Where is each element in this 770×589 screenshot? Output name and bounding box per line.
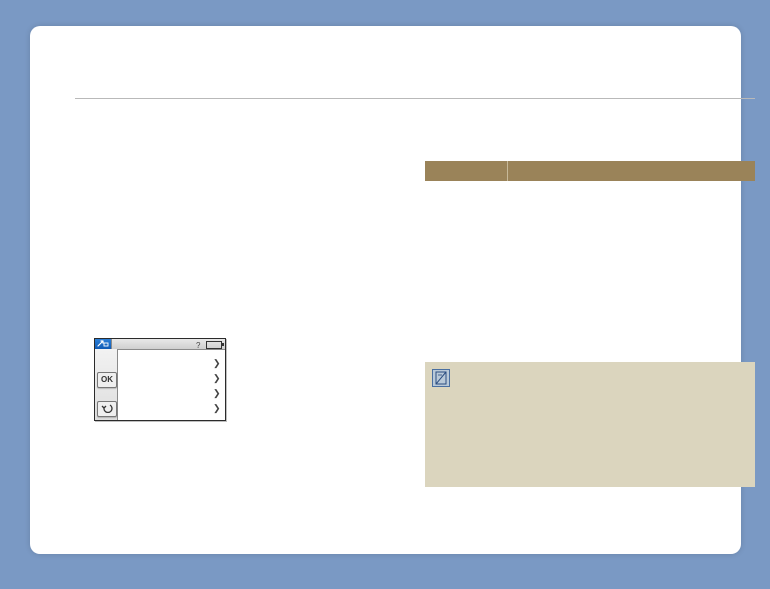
note-box	[425, 362, 755, 487]
camera-menu-sidebar: OK	[95, 349, 118, 420]
menu-item[interactable]: ❯	[117, 371, 225, 386]
camera-menu-illustration: ? OK ❯ ❯ ❯	[94, 338, 226, 421]
camera-menu-list: ❯ ❯ ❯ ❯	[117, 349, 225, 420]
menu-item[interactable]: ❯	[117, 401, 225, 416]
chevron-right-icon: ❯	[213, 389, 219, 398]
playback-menu-icon	[95, 339, 112, 349]
battery-icon	[206, 341, 222, 349]
back-button[interactable]	[97, 401, 117, 417]
chevron-right-icon: ❯	[213, 359, 219, 368]
table-header-divider	[507, 161, 508, 181]
document-page: ? OK ❯ ❯ ❯	[30, 26, 741, 554]
table-header-option	[425, 161, 513, 181]
note-icon	[432, 369, 450, 387]
horizontal-rule	[75, 98, 755, 99]
table-header-description	[509, 161, 759, 181]
menu-item[interactable]: ❯	[117, 356, 225, 371]
option-table-header	[425, 161, 755, 181]
svg-text:?: ?	[196, 341, 201, 349]
menu-item[interactable]: ❯	[117, 386, 225, 401]
help-icon: ?	[195, 340, 203, 348]
chevron-right-icon: ❯	[213, 404, 219, 413]
chevron-right-icon: ❯	[213, 374, 219, 383]
ok-button[interactable]: OK	[97, 372, 117, 388]
